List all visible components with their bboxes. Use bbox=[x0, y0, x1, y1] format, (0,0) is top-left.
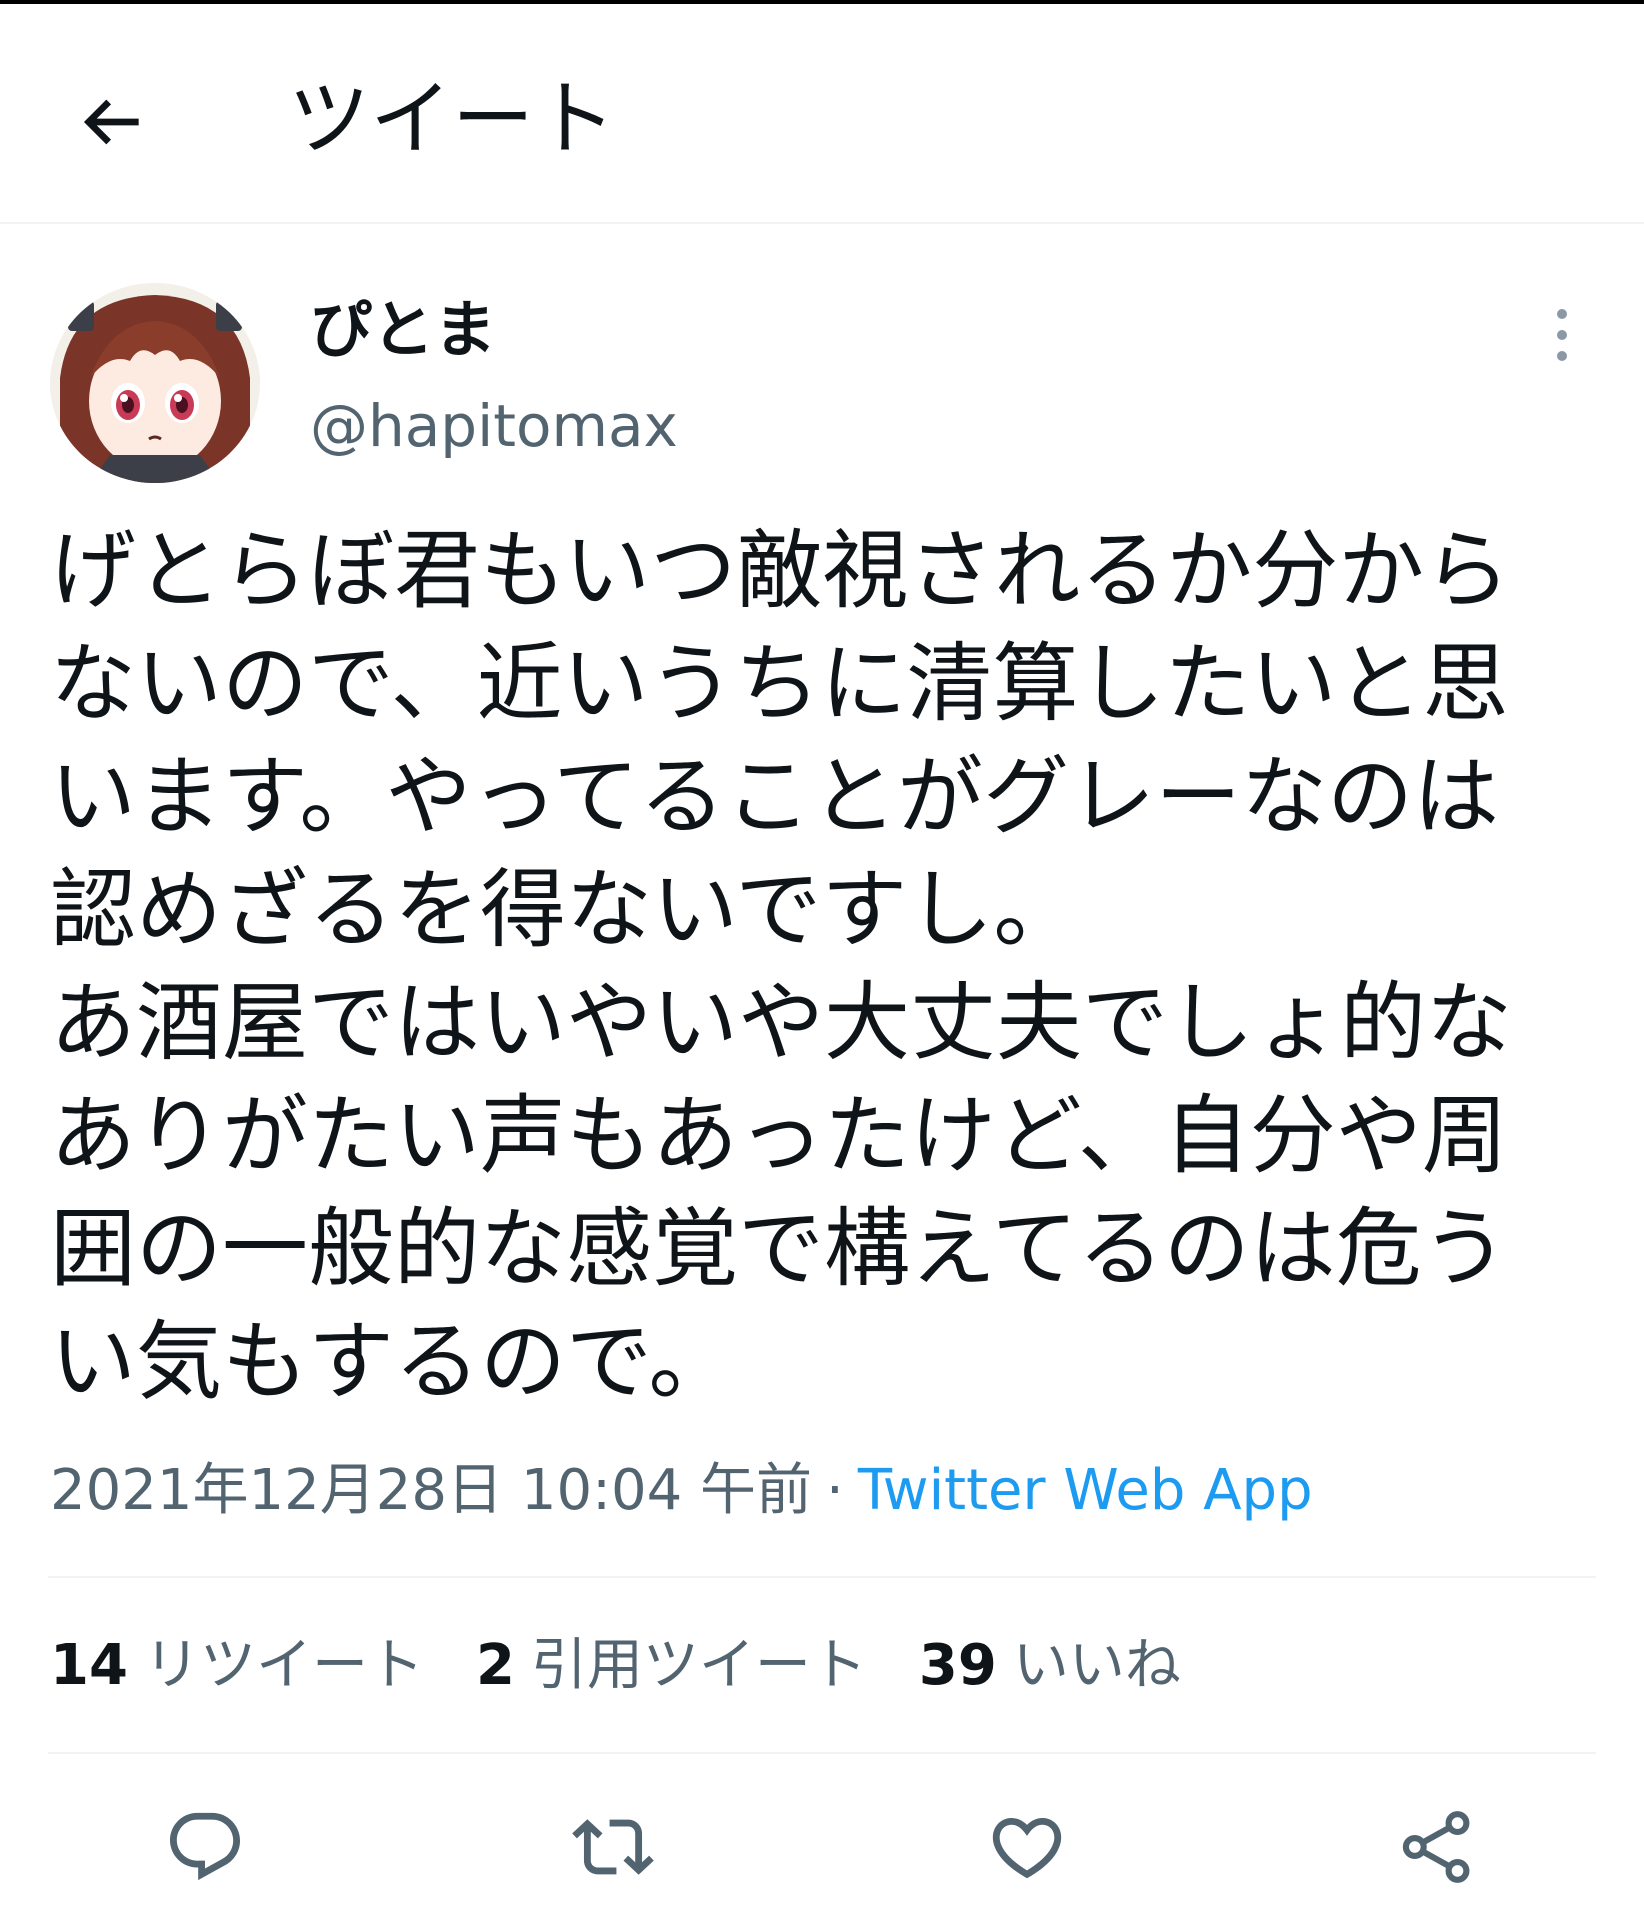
quote-label: 引用ツイート bbox=[530, 1633, 867, 1698]
back-button[interactable] bbox=[72, 82, 152, 162]
share-button[interactable] bbox=[1396, 1806, 1478, 1888]
meta-separator: · bbox=[826, 1458, 844, 1523]
retweet-icon bbox=[572, 1819, 654, 1875]
tweet-source-link[interactable]: Twitter Web App bbox=[858, 1458, 1313, 1523]
tweet-text-line: 囲の一般的な感覚で構えてるのは危う bbox=[50, 1199, 1508, 1299]
quotes-stat[interactable]: 2 引用ツイート bbox=[476, 1630, 867, 1702]
display-name[interactable]: ぴとま bbox=[310, 290, 496, 370]
tweet-text-line: ないので、近いうちに清算したいと思 bbox=[50, 634, 1509, 734]
quote-count: 2 bbox=[475, 1633, 515, 1698]
like-count: 39 bbox=[918, 1633, 997, 1698]
header: ツイート bbox=[0, 4, 1644, 222]
meta-divider bbox=[48, 1576, 1596, 1578]
like-label: いいね bbox=[1012, 1633, 1181, 1698]
more-options-button[interactable] bbox=[1540, 305, 1584, 365]
tweet-text-line: ありがたい声もあったけど、自分や周 bbox=[50, 1086, 1508, 1186]
header-divider bbox=[0, 222, 1644, 224]
like-icon bbox=[992, 1817, 1062, 1879]
arrow-left-icon bbox=[83, 99, 139, 145]
more-vertical-icon bbox=[1557, 309, 1567, 361]
tweet-text-line: あ酒屋ではいやいや大丈夫でしょ的な bbox=[50, 973, 1512, 1073]
retweets-stat[interactable]: 14 リツイート bbox=[50, 1630, 424, 1702]
tweet-text: げとらぼ君もいつ敵視されるか分から ないので、近いうちに清算したいと思 います。… bbox=[50, 515, 1610, 1419]
tweet-text-line: います。やってることがグレーなのは bbox=[50, 747, 1500, 847]
tweet-text-line: げとらぼ君もいつ敵視されるか分から bbox=[50, 521, 1511, 621]
retweet-count: 14 bbox=[50, 1633, 128, 1698]
tweet-text-line: 認めざるを得ないですし。 bbox=[50, 860, 1080, 960]
tweet-stats: 14 リツイート 2 引用ツイート 39 いいね bbox=[50, 1630, 1233, 1702]
avatar-image bbox=[50, 283, 260, 483]
retweet-label: リツイート bbox=[143, 1633, 424, 1698]
avatar[interactable] bbox=[50, 283, 260, 483]
reply-icon bbox=[169, 1812, 241, 1881]
likes-stat[interactable]: 39 いいね bbox=[919, 1630, 1181, 1702]
share-icon bbox=[1402, 1811, 1470, 1883]
tweet-timestamp[interactable]: 2021年12月28日 10:04 午前 bbox=[50, 1458, 812, 1523]
stats-divider bbox=[48, 1752, 1596, 1754]
tweet-text-line: い気もするので。 bbox=[50, 1312, 735, 1412]
retweet-button[interactable] bbox=[572, 1806, 654, 1888]
user-handle[interactable]: @hapitomax bbox=[310, 390, 678, 462]
tweet-meta: 2021年12月28日 10:04 午前 · Twitter Web App bbox=[50, 1455, 1313, 1527]
like-button[interactable] bbox=[986, 1806, 1068, 1888]
page-title: ツイート bbox=[288, 72, 617, 167]
reply-button[interactable] bbox=[164, 1806, 246, 1888]
